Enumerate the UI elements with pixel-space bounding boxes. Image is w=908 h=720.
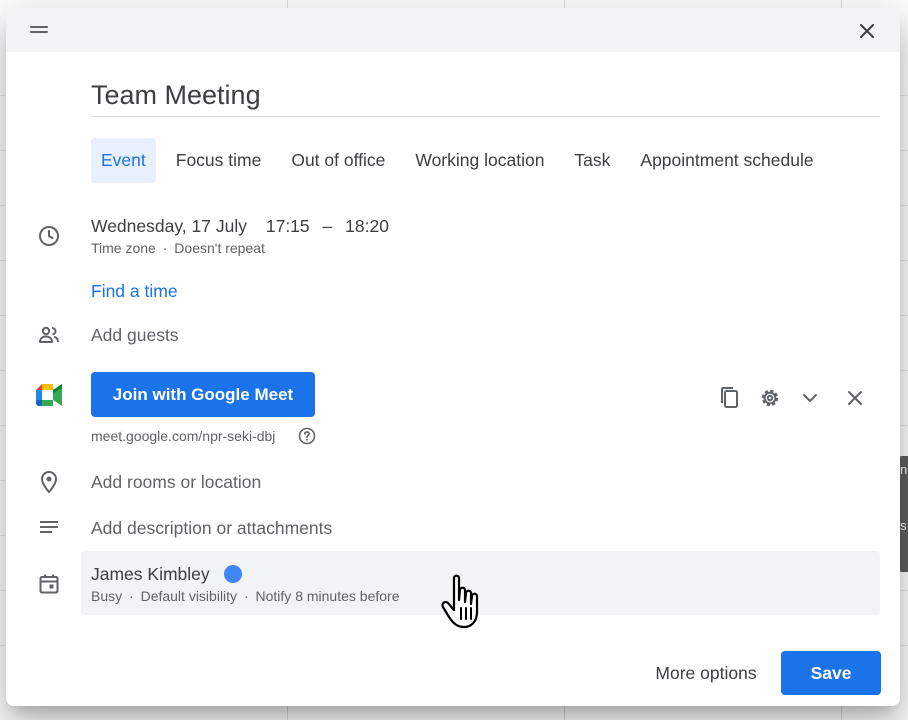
calendar-owner-name: James Kimbley: [91, 564, 210, 584]
calendar-icon: [39, 574, 59, 594]
event-end-time[interactable]: 18:20: [345, 216, 389, 236]
close-icon: [848, 391, 862, 405]
save-button[interactable]: Save: [781, 651, 881, 695]
close-button[interactable]: [852, 16, 882, 46]
tab-focus-time[interactable]: Focus time: [166, 138, 272, 183]
google-meet-icon: [36, 384, 62, 406]
background-event-text: s: [900, 518, 907, 533]
tab-out-of-office[interactable]: Out of office: [281, 138, 395, 183]
location-pin-icon: [40, 470, 58, 494]
close-icon: [860, 24, 874, 38]
event-type-tabs: Event Focus time Out of office Working l…: [91, 138, 834, 183]
add-description-input[interactable]: Add description or attachments: [91, 518, 332, 539]
clock-icon: [39, 226, 59, 246]
separator-dot: ·: [162, 240, 168, 256]
more-options-button[interactable]: More options: [636, 651, 776, 695]
event-start-time[interactable]: 17:15: [266, 216, 310, 236]
meet-link[interactable]: meet.google.com/npr-seki-dbj: [91, 428, 275, 444]
event-date-time[interactable]: Wednesday, 17 July 17:15 – 18:20: [91, 216, 389, 237]
time-zone-link[interactable]: Time zone: [91, 240, 156, 256]
calendar-details-line: Busy · Default visibility · Notify 8 min…: [91, 588, 399, 604]
add-guests-input[interactable]: Add guests: [91, 325, 179, 346]
calendar-color-dot[interactable]: [224, 565, 242, 583]
notification-setting: Notify 8 minutes before: [255, 588, 400, 604]
expand-meet-options-button[interactable]: [795, 383, 825, 413]
event-title-input[interactable]: [91, 74, 880, 117]
notes-icon: [40, 521, 58, 533]
repeat-setting[interactable]: Doesn't repeat: [174, 240, 265, 256]
tab-event[interactable]: Event: [91, 138, 156, 183]
find-a-time-link[interactable]: Find a time: [91, 281, 178, 302]
join-google-meet-button[interactable]: Join with Google Meet: [91, 372, 315, 417]
remove-meet-button[interactable]: [840, 383, 870, 413]
add-location-input[interactable]: Add rooms or location: [91, 472, 261, 493]
separator-dot: ·: [129, 588, 134, 604]
meet-settings-button[interactable]: [755, 383, 785, 413]
background-event-text: n: [900, 462, 908, 477]
people-icon: [39, 326, 59, 343]
tab-working-location[interactable]: Working location: [405, 138, 554, 183]
meet-link-text[interactable]: meet.google.com/npr-seki-dbj: [91, 428, 275, 444]
drag-handle-icon[interactable]: [30, 26, 48, 34]
chevron-down-icon: [803, 394, 817, 402]
tab-appointment-schedule[interactable]: Appointment schedule: [630, 138, 823, 183]
tab-task[interactable]: Task: [564, 138, 620, 183]
help-icon[interactable]: [298, 427, 316, 445]
gear-icon: [761, 389, 779, 407]
dialog-header: [6, 8, 900, 52]
event-date[interactable]: Wednesday, 17 July: [91, 216, 247, 236]
copy-icon: [721, 387, 738, 408]
copy-meet-link-button[interactable]: [715, 383, 745, 413]
time-separator: –: [322, 216, 333, 236]
busy-status: Busy: [91, 588, 123, 604]
separator-dot: ·: [243, 588, 249, 604]
visibility-setting: Default visibility: [140, 588, 238, 604]
time-zone-repeat-line[interactable]: Time zone · Doesn't repeat: [91, 240, 265, 256]
hand-pointer-icon: [441, 574, 479, 629]
